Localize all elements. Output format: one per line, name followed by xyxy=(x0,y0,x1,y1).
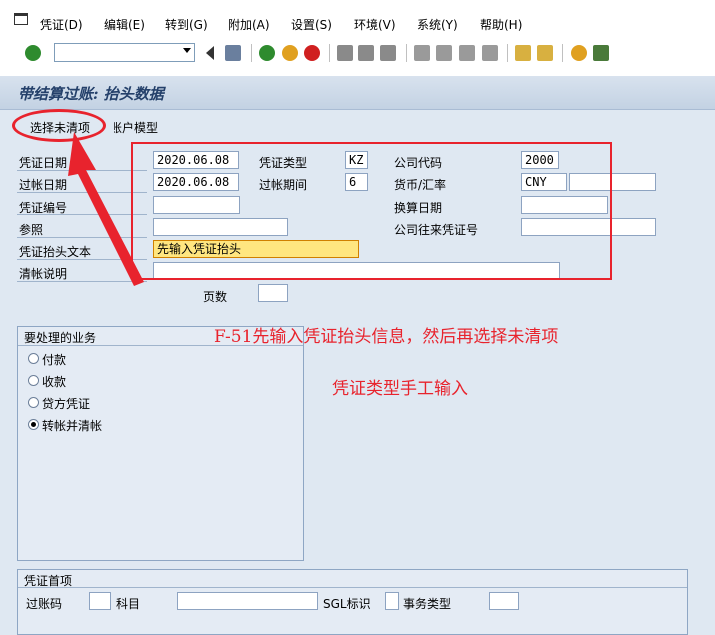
next-page-icon[interactable] xyxy=(459,45,475,61)
menu-help[interactable]: 帮助(H) xyxy=(480,16,522,33)
find-icon[interactable] xyxy=(358,45,374,61)
chevron-down-icon[interactable] xyxy=(183,48,191,53)
radio-payment[interactable] xyxy=(28,353,39,364)
radio-credit-memo-label: 贷方凭证 xyxy=(42,397,91,411)
find-next-icon[interactable] xyxy=(380,45,396,61)
radio-receipt[interactable] xyxy=(28,375,39,386)
group-title-underline xyxy=(18,587,687,588)
posting-key-label: 过账码 xyxy=(26,597,63,611)
enter-icon[interactable] xyxy=(25,45,41,61)
radio-transfer-clearing[interactable] xyxy=(28,419,39,430)
shortcut-icon[interactable] xyxy=(537,45,553,61)
radio-receipt-label: 收款 xyxy=(42,375,67,389)
annotation-arrow xyxy=(68,132,144,286)
posting-key-field[interactable] xyxy=(89,592,111,610)
transaction-type-field[interactable] xyxy=(489,592,519,610)
radio-credit-memo[interactable] xyxy=(28,397,39,408)
account-label: 科目 xyxy=(116,597,141,611)
transaction-type-label: 事务类型 xyxy=(403,597,452,611)
new-session-icon[interactable] xyxy=(515,45,531,61)
toolbar-separator xyxy=(329,44,330,62)
first-page-icon[interactable] xyxy=(414,45,430,61)
menu-settings[interactable]: 设置(S) xyxy=(291,16,332,33)
save-icon[interactable] xyxy=(225,45,241,61)
page-label: 页数 xyxy=(203,290,228,304)
command-field[interactable] xyxy=(54,43,195,62)
layout-menu-icon[interactable] xyxy=(593,45,609,61)
radio-payment-label: 付款 xyxy=(42,353,67,367)
back-arrow-icon[interactable] xyxy=(206,46,214,60)
header-highlight-box xyxy=(131,142,612,280)
page-title: 带结算过账: 抬头数据 xyxy=(18,85,164,103)
print-icon[interactable] xyxy=(337,45,353,61)
back-icon[interactable] xyxy=(259,45,275,61)
exit-icon[interactable] xyxy=(282,45,298,61)
toolbar-separator xyxy=(562,44,563,62)
annotation-note-2: 凭证类型手工输入 xyxy=(332,379,468,399)
menu-icon[interactable] xyxy=(14,13,28,25)
menu-environment[interactable]: 环境(V) xyxy=(354,16,396,33)
annotation-note-1: F-51先输入凭证抬头信息，然后再选择未清项 xyxy=(214,327,559,347)
cancel-icon[interactable] xyxy=(304,45,320,61)
menu-bar: 凭证(D) 编辑(E) 转到(G) 附加(A) 设置(S) 环境(V) 系统(Y… xyxy=(0,0,715,40)
menu-goto[interactable]: 转到(G) xyxy=(165,16,208,33)
previous-page-icon[interactable] xyxy=(436,45,452,61)
toolbar-separator xyxy=(251,44,252,62)
sgl-indicator-field[interactable] xyxy=(385,592,399,610)
last-page-icon[interactable] xyxy=(482,45,498,61)
account-field[interactable] xyxy=(177,592,318,610)
transactions-group-title: 要处理的业务 xyxy=(24,331,97,345)
reference-label: 参照 xyxy=(19,223,44,237)
menu-system[interactable]: 系统(Y) xyxy=(417,16,458,33)
sgl-indicator-label: SGL标识 xyxy=(323,597,371,611)
menu-document[interactable]: 凭证(D) xyxy=(40,16,83,33)
toolbar-separator xyxy=(507,44,508,62)
menu-edit[interactable]: 编辑(E) xyxy=(104,16,145,33)
help-icon[interactable] xyxy=(571,45,587,61)
page-field[interactable] xyxy=(258,284,288,302)
radio-transfer-clearing-label: 转帐并清帐 xyxy=(42,419,103,433)
toolbar-separator xyxy=(406,44,407,62)
menu-extras[interactable]: 附加(A) xyxy=(228,16,270,33)
